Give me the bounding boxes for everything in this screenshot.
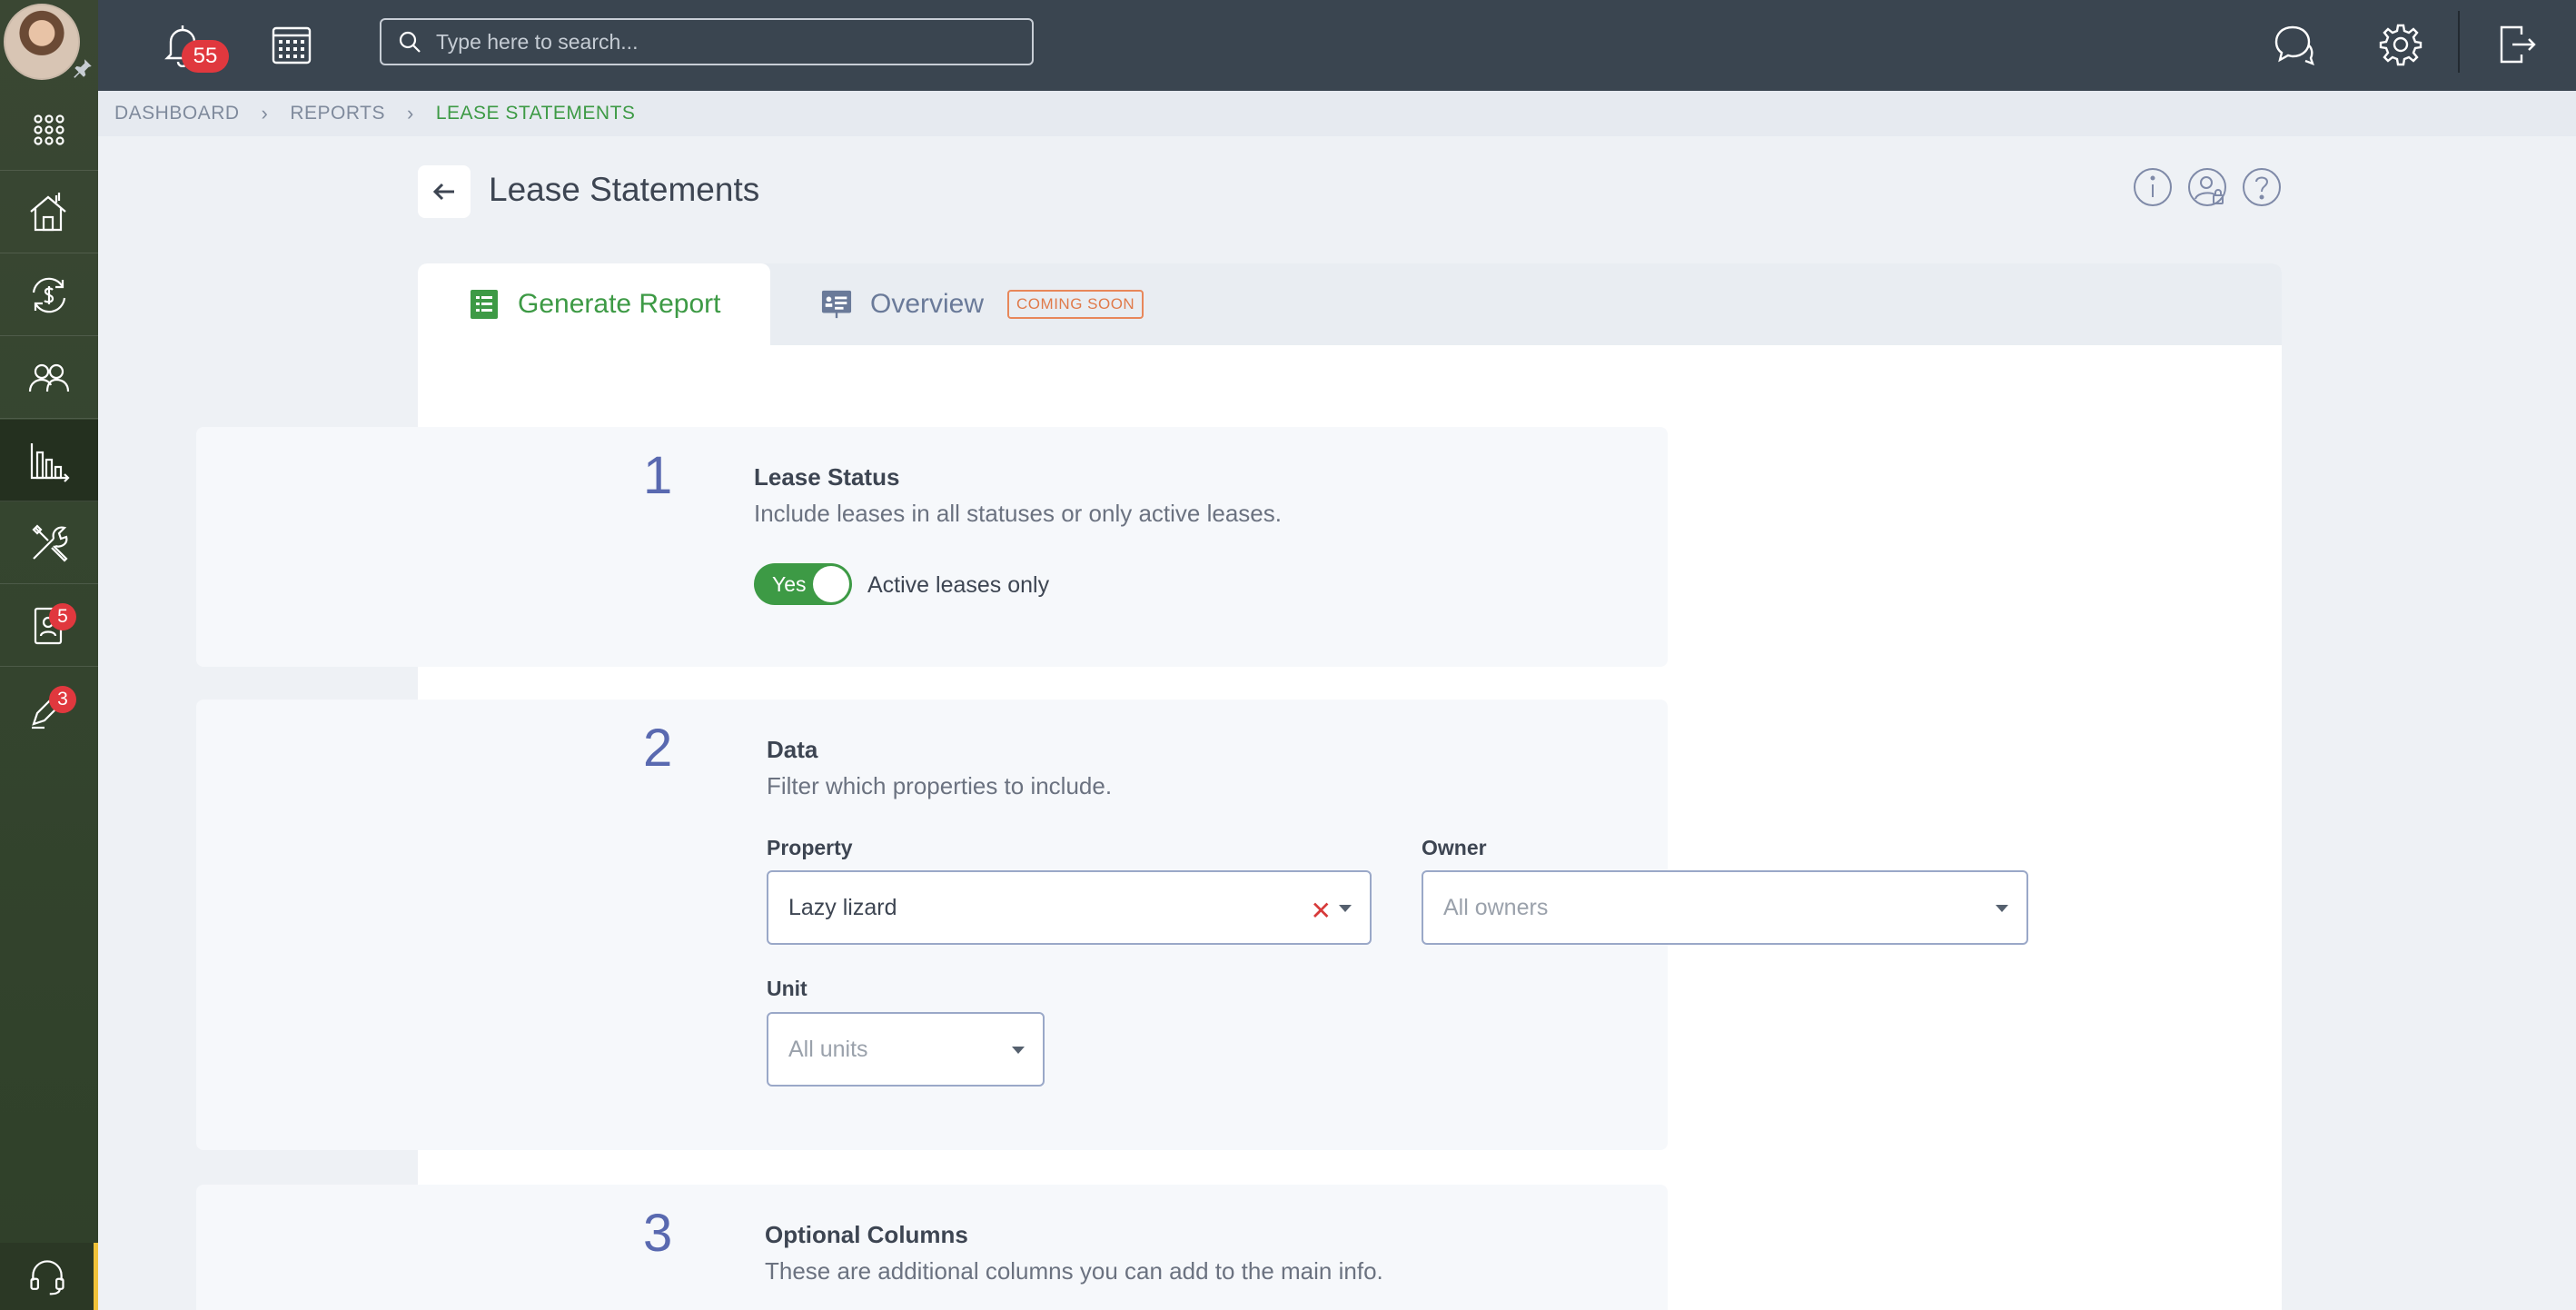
caret-down-icon xyxy=(1339,905,1352,912)
gear-icon xyxy=(2379,24,2422,66)
step-title: Lease Status xyxy=(754,463,900,491)
dollar-cycle-icon xyxy=(32,277,66,313)
settings-button[interactable] xyxy=(2374,18,2427,71)
sidebar-item-people[interactable] xyxy=(0,337,98,419)
user-permission-icon[interactable] xyxy=(2186,166,2228,208)
breadcrumb-lease-statements: LEASE STATEMENTS xyxy=(435,103,636,124)
sidebar-item-apps[interactable] xyxy=(0,89,98,171)
chevron-right-icon: › xyxy=(407,102,414,124)
search-box xyxy=(380,18,1034,65)
unit-select[interactable]: All units xyxy=(767,1012,1045,1087)
topbar-divider xyxy=(2458,11,2460,73)
clear-icon[interactable]: ✕ xyxy=(1311,896,1332,926)
calendar-button[interactable] xyxy=(265,18,318,71)
property-value: Lazy lizard xyxy=(788,894,897,920)
unit-placeholder: All units xyxy=(788,1036,868,1062)
help-icon[interactable] xyxy=(2241,166,2283,208)
toggle-text: Yes xyxy=(772,572,807,596)
sidebar: 5 3 xyxy=(0,0,98,1310)
applications-badge: 5 xyxy=(49,603,76,630)
sidebar-item-maintenance[interactable] xyxy=(0,502,98,584)
calendar-icon xyxy=(272,26,312,65)
tab-generate-report[interactable]: Generate Report xyxy=(418,263,770,345)
signatures-badge: 3 xyxy=(49,686,76,713)
breadcrumb: DASHBOARD › REPORTS › LEASE STATEMENTS xyxy=(98,91,2576,136)
property-select[interactable]: Lazy lizard ✕ xyxy=(767,870,1372,945)
coming-soon-badge: COMING SOON xyxy=(1007,290,1144,319)
tools-icon xyxy=(32,523,68,562)
report-doc-icon xyxy=(471,290,498,319)
top-bar: 55 xyxy=(98,0,2576,91)
step-number: 2 xyxy=(643,719,673,778)
step-description: Include leases in all statuses or only a… xyxy=(754,500,1282,527)
headset-icon xyxy=(29,1260,64,1295)
users-icon xyxy=(28,363,70,392)
logout-icon xyxy=(2500,25,2536,64)
step-description: Filter which properties to include. xyxy=(767,772,1113,799)
active-leases-toggle[interactable]: Yes xyxy=(754,563,852,605)
step-title: Data xyxy=(767,736,818,763)
toggle-label: Active leases only xyxy=(867,572,1050,598)
pin-icon[interactable] xyxy=(71,56,94,80)
tab-generate-report-label: Generate Report xyxy=(518,289,721,319)
support-button[interactable] xyxy=(0,1243,98,1310)
caret-down-icon xyxy=(1012,1047,1025,1054)
tab-bar: Generate Report Overview COMING SOON xyxy=(418,263,2282,345)
chat-button[interactable] xyxy=(2267,18,2320,71)
search-input[interactable] xyxy=(436,29,1017,55)
grid-icon xyxy=(34,114,64,145)
arrow-left-icon xyxy=(432,183,454,201)
notification-count-badge: 55 xyxy=(182,40,229,73)
search-icon xyxy=(399,31,421,53)
unit-label: Unit xyxy=(767,977,807,1000)
step-title: Optional Columns xyxy=(765,1221,968,1248)
sidebar-item-accounting[interactable] xyxy=(0,254,98,336)
sidebar-item-applications[interactable]: 5 xyxy=(0,585,98,667)
logout-button[interactable] xyxy=(2491,18,2543,71)
breadcrumb-reports[interactable]: REPORTS xyxy=(290,103,385,124)
presentation-icon xyxy=(821,290,852,319)
sidebar-item-reports[interactable] xyxy=(0,420,98,501)
step-description: These are additional columns you can add… xyxy=(765,1257,1383,1285)
house-icon xyxy=(30,192,66,231)
step-number: 1 xyxy=(643,446,673,505)
bar-chart-icon xyxy=(30,442,70,482)
sidebar-item-properties[interactable] xyxy=(0,172,98,253)
tab-overview-label: Overview xyxy=(870,289,985,319)
owner-label: Owner xyxy=(1422,836,1487,859)
chevron-right-icon: › xyxy=(261,102,269,124)
avatar[interactable] xyxy=(4,4,80,80)
property-label: Property xyxy=(767,836,853,859)
breadcrumb-dashboard[interactable]: DASHBOARD xyxy=(114,103,240,124)
toggle-knob xyxy=(813,566,849,602)
tab-overview[interactable]: Overview COMING SOON xyxy=(821,263,1144,345)
owner-select[interactable]: All owners xyxy=(1422,870,2028,945)
caret-down-icon xyxy=(1996,905,2008,912)
back-button[interactable] xyxy=(418,165,471,218)
step-number: 3 xyxy=(643,1204,673,1263)
info-icon[interactable] xyxy=(2132,166,2174,208)
chat-icon xyxy=(2274,25,2314,66)
step-lease-status xyxy=(196,427,1668,667)
page-title: Lease Statements xyxy=(489,171,760,208)
owner-placeholder: All owners xyxy=(1443,894,1549,920)
sidebar-item-signatures[interactable]: 3 xyxy=(0,668,98,749)
